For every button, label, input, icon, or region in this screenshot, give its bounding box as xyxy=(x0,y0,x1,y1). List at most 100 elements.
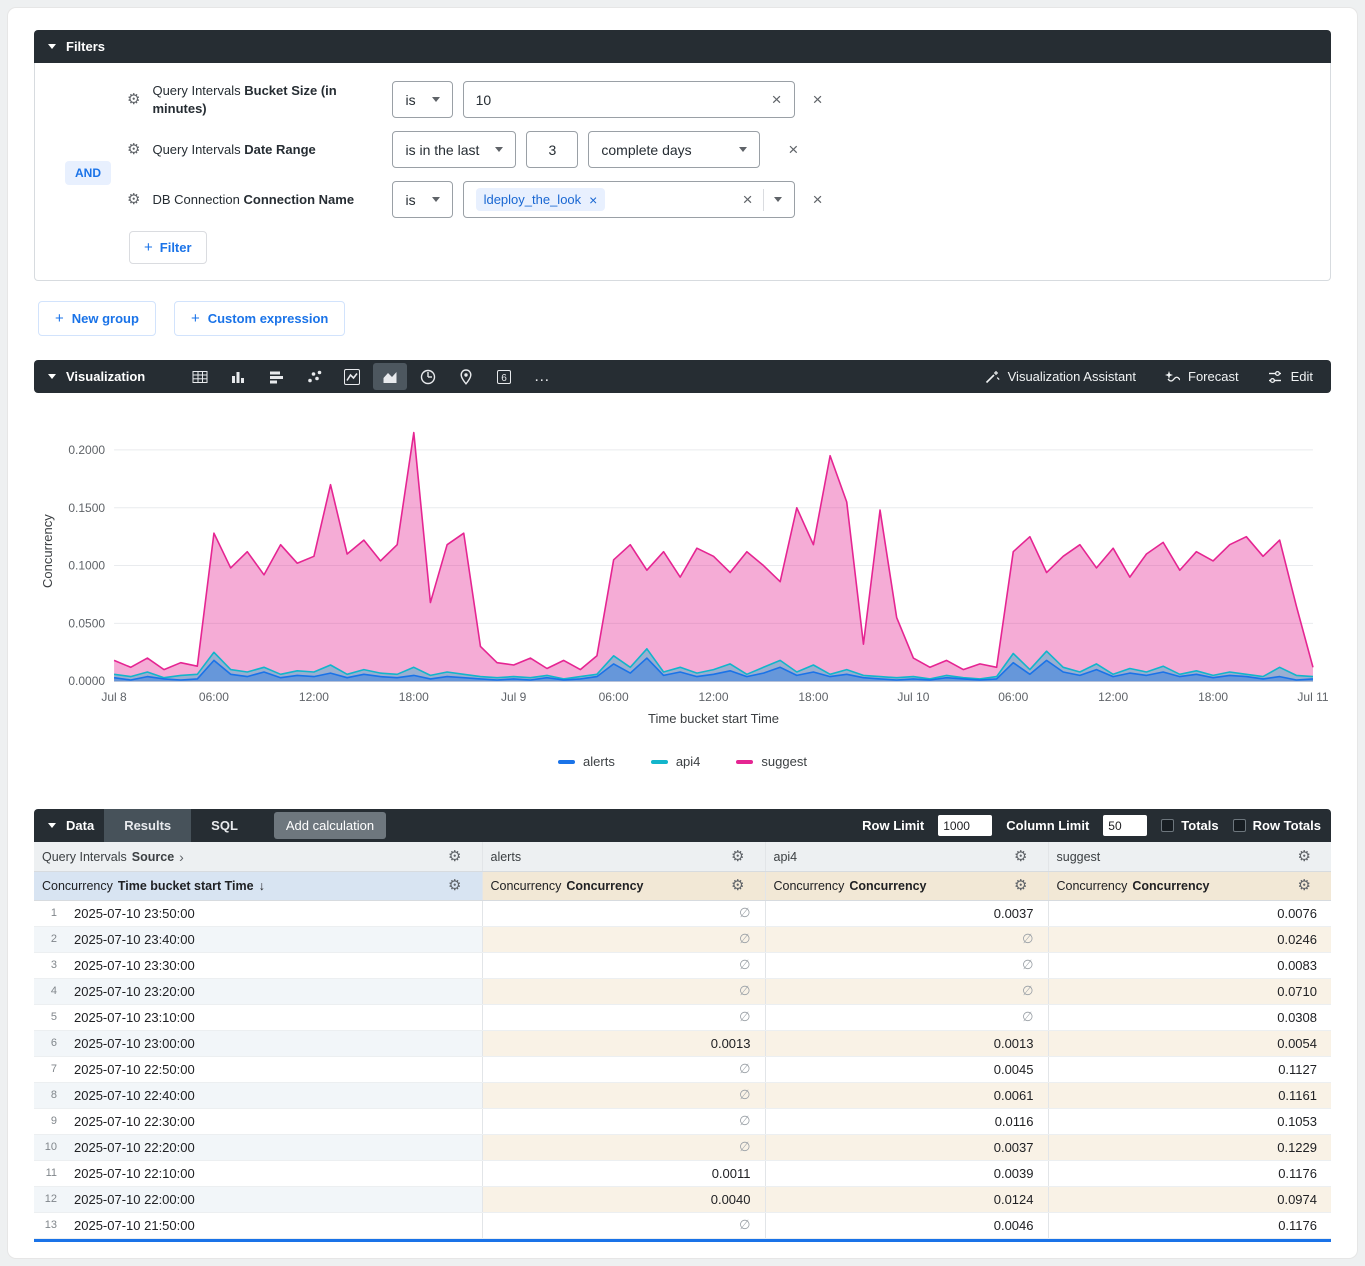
time-cell[interactable]: 2025-07-10 22:20:00 xyxy=(66,1134,482,1160)
suggest-value-cell[interactable]: 0.0083 xyxy=(1048,952,1331,978)
gear-icon[interactable]: ⚙ xyxy=(127,192,140,207)
alerts-value-cell[interactable]: ∅ xyxy=(482,926,765,952)
api4-value-cell[interactable]: 0.0039 xyxy=(765,1160,1048,1186)
totals-checkbox[interactable] xyxy=(1161,819,1174,832)
scatterplot-icon[interactable] xyxy=(297,363,331,390)
api4-value-cell[interactable]: ∅ xyxy=(765,978,1048,1004)
tab-results[interactable]: Results xyxy=(104,809,191,842)
filter-value-input[interactable]: 10 × xyxy=(463,81,795,118)
suggest-value-cell[interactable]: 0.1053 xyxy=(1048,1108,1331,1134)
time-cell[interactable]: 2025-07-10 23:00:00 xyxy=(66,1030,482,1056)
filter-operator-select[interactable]: is xyxy=(392,181,452,218)
gear-icon[interactable]: ⚙ xyxy=(1014,849,1027,864)
custom-expression-button[interactable]: + Custom expression xyxy=(174,301,345,336)
edit-visualization-button[interactable]: Edit xyxy=(1267,369,1313,385)
suggest-value-cell[interactable]: 0.0054 xyxy=(1048,1030,1331,1056)
time-cell[interactable]: 2025-07-10 22:40:00 xyxy=(66,1082,482,1108)
single-value-icon[interactable]: 6 xyxy=(487,363,521,390)
map-icon[interactable] xyxy=(449,363,483,390)
alerts-value-cell[interactable]: ∅ xyxy=(482,1004,765,1030)
alerts-value-cell[interactable]: ∅ xyxy=(482,978,765,1004)
remove-filter-icon[interactable]: × xyxy=(788,141,798,158)
alerts-value-cell[interactable]: ∅ xyxy=(482,900,765,926)
suggest-value-cell[interactable]: 0.1229 xyxy=(1048,1134,1331,1160)
add-filter-button[interactable]: + Filter xyxy=(129,231,207,264)
filter-unit-select[interactable]: complete days xyxy=(588,131,760,168)
clear-value-icon[interactable]: × xyxy=(772,91,782,108)
time-cell[interactable]: 2025-07-10 23:20:00 xyxy=(66,978,482,1004)
api4-value-cell[interactable]: 0.0046 xyxy=(765,1212,1048,1238)
api4-value-cell[interactable]: 0.0116 xyxy=(765,1108,1048,1134)
time-cell[interactable]: 2025-07-10 22:30:00 xyxy=(66,1108,482,1134)
table-chart-icon[interactable] xyxy=(183,363,217,390)
row-totals-checkbox[interactable] xyxy=(1233,819,1246,832)
line-chart-icon[interactable] xyxy=(335,363,369,390)
alerts-value-cell[interactable]: ∅ xyxy=(482,1134,765,1160)
gear-icon[interactable]: ⚙ xyxy=(127,142,140,157)
api4-value-cell[interactable]: 0.0013 xyxy=(765,1030,1048,1056)
forecast-button[interactable]: Forecast xyxy=(1164,369,1239,385)
suggest-value-cell[interactable]: 0.1176 xyxy=(1048,1160,1331,1186)
time-cell[interactable]: 2025-07-10 23:10:00 xyxy=(66,1004,482,1030)
visualization-assistant-button[interactable]: Visualization Assistant xyxy=(984,369,1136,385)
remove-chip-icon[interactable]: × xyxy=(589,193,597,207)
chevron-right-icon[interactable]: › xyxy=(179,849,184,865)
filters-header-bar[interactable]: Filters xyxy=(34,30,1331,63)
filter-operator-select[interactable]: is in the last xyxy=(392,131,516,168)
suggest-value-cell[interactable]: 0.0974 xyxy=(1048,1186,1331,1212)
suggest-value-cell[interactable]: 0.0710 xyxy=(1048,978,1331,1004)
time-cell[interactable]: 2025-07-10 21:50:00 xyxy=(66,1212,482,1238)
gear-icon[interactable]: ⚙ xyxy=(448,849,461,864)
more-chart-types-icon[interactable]: … xyxy=(525,363,559,390)
measure-group-header-api4[interactable]: api4⚙ xyxy=(765,842,1048,871)
gear-icon[interactable]: ⚙ xyxy=(1298,878,1311,893)
alerts-column-header[interactable]: ConcurrencyConcurrency⚙ xyxy=(482,871,765,900)
gear-icon[interactable]: ⚙ xyxy=(1014,878,1027,893)
suggest-value-cell[interactable]: 0.0308 xyxy=(1048,1004,1331,1030)
column-limit-input[interactable] xyxy=(1103,815,1147,836)
bar-chart-icon[interactable] xyxy=(259,363,293,390)
time-cell[interactable]: 2025-07-10 23:40:00 xyxy=(66,926,482,952)
api4-value-cell[interactable]: 0.0124 xyxy=(765,1186,1048,1212)
remove-filter-icon[interactable]: × xyxy=(813,91,823,108)
suggest-value-cell[interactable]: 0.0246 xyxy=(1048,926,1331,952)
alerts-value-cell[interactable]: 0.0011 xyxy=(482,1160,765,1186)
chevron-down-icon[interactable] xyxy=(774,197,782,202)
sort-descending-icon[interactable]: ↓ xyxy=(259,879,265,893)
alerts-value-cell[interactable]: ∅ xyxy=(482,1212,765,1238)
legend-item-suggest[interactable]: suggest xyxy=(736,754,807,769)
time-cell[interactable]: 2025-07-10 23:50:00 xyxy=(66,900,482,926)
alerts-value-cell[interactable]: 0.0013 xyxy=(482,1030,765,1056)
filter-operator-select[interactable]: is xyxy=(392,81,452,118)
filter-number-input[interactable]: 3 xyxy=(526,131,578,168)
alerts-value-cell[interactable]: 0.0040 xyxy=(482,1186,765,1212)
alerts-value-cell[interactable]: ∅ xyxy=(482,1056,765,1082)
tab-sql[interactable]: SQL xyxy=(191,809,258,842)
api4-value-cell[interactable]: ∅ xyxy=(765,1004,1048,1030)
column-chart-icon[interactable] xyxy=(221,363,255,390)
and-operator-chip[interactable]: AND xyxy=(65,161,111,185)
alerts-value-cell[interactable]: ∅ xyxy=(482,952,765,978)
api4-value-cell[interactable]: 0.0037 xyxy=(765,900,1048,926)
add-calculation-button[interactable]: Add calculation xyxy=(274,812,386,839)
gear-icon[interactable]: ⚙ xyxy=(127,92,140,107)
suggest-value-cell[interactable]: 0.1161 xyxy=(1048,1082,1331,1108)
api4-value-cell[interactable]: 0.0045 xyxy=(765,1056,1048,1082)
suggest-value-cell[interactable]: 0.1176 xyxy=(1048,1212,1331,1238)
api4-value-cell[interactable]: ∅ xyxy=(765,952,1048,978)
api4-value-cell[interactable]: ∅ xyxy=(765,926,1048,952)
measure-group-header-alerts[interactable]: alerts⚙ xyxy=(482,842,765,871)
new-group-button[interactable]: + New group xyxy=(38,301,156,336)
time-cell[interactable]: 2025-07-10 22:10:00 xyxy=(66,1160,482,1186)
clear-value-icon[interactable]: × xyxy=(743,191,753,208)
remove-filter-icon[interactable]: × xyxy=(813,191,823,208)
collapse-filters-icon[interactable] xyxy=(48,44,56,49)
time-cell[interactable]: 2025-07-10 22:00:00 xyxy=(66,1186,482,1212)
api4-value-cell[interactable]: 0.0061 xyxy=(765,1082,1048,1108)
area-chart-icon[interactable] xyxy=(373,363,407,390)
suggest-value-cell[interactable]: 0.0076 xyxy=(1048,900,1331,926)
collapse-visualization-icon[interactable] xyxy=(48,374,56,379)
gear-icon[interactable]: ⚙ xyxy=(731,878,744,893)
gear-icon[interactable]: ⚙ xyxy=(731,849,744,864)
filter-value-chip[interactable]: ldeploy_the_look × xyxy=(476,188,606,211)
